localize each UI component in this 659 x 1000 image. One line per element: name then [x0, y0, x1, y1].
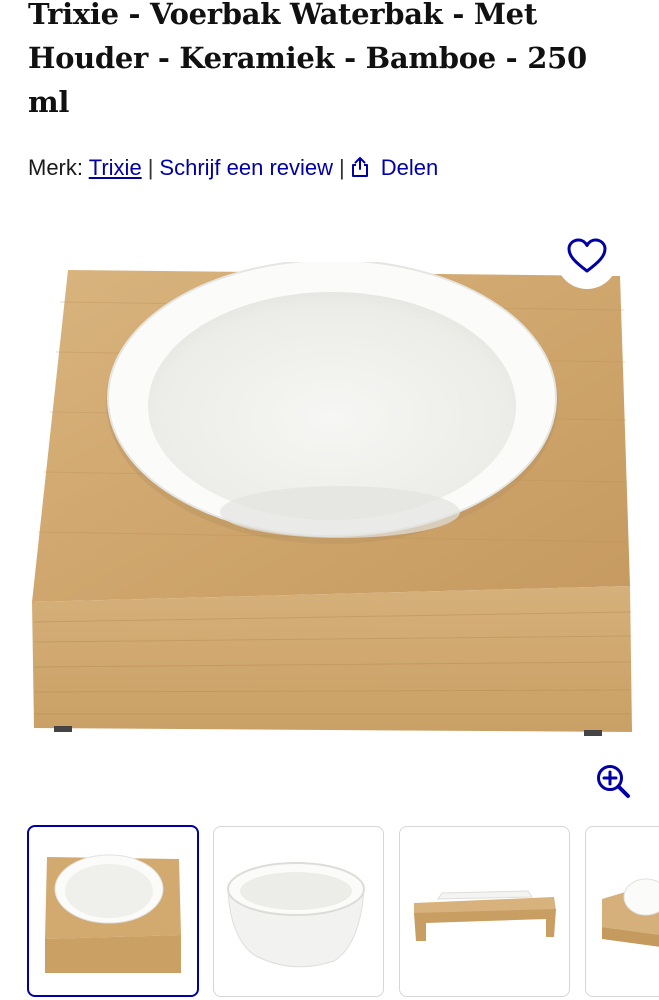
- write-review-link[interactable]: Schrijf een review: [159, 155, 333, 180]
- product-meta-row: Merk: Trixie | Schrijf een review | Delen: [28, 152, 438, 187]
- thumbnail-strip: [0, 825, 659, 1000]
- separator: |: [339, 155, 345, 180]
- thumbnail-1[interactable]: [27, 825, 199, 997]
- thumbnail-4[interactable]: [585, 826, 659, 997]
- separator: |: [147, 155, 154, 180]
- favorite-button[interactable]: [556, 227, 618, 289]
- zoom-in-icon: [594, 765, 632, 804]
- brand-link[interactable]: Trixie: [89, 155, 142, 180]
- share-label: Delen: [380, 155, 439, 180]
- zoom-button[interactable]: [594, 762, 632, 800]
- heart-outline-icon: [567, 238, 607, 279]
- product-title: Trixie - Voerbak Waterbak - Met Houder -…: [28, 0, 587, 119]
- thumbnail-2[interactable]: [213, 826, 384, 997]
- share-link[interactable]: Delen: [351, 155, 438, 180]
- brand-label: Merk:: [28, 155, 83, 180]
- share-icon: [351, 155, 369, 187]
- product-main-image[interactable]: [20, 259, 640, 742]
- thumbnail-3[interactable]: [399, 826, 570, 997]
